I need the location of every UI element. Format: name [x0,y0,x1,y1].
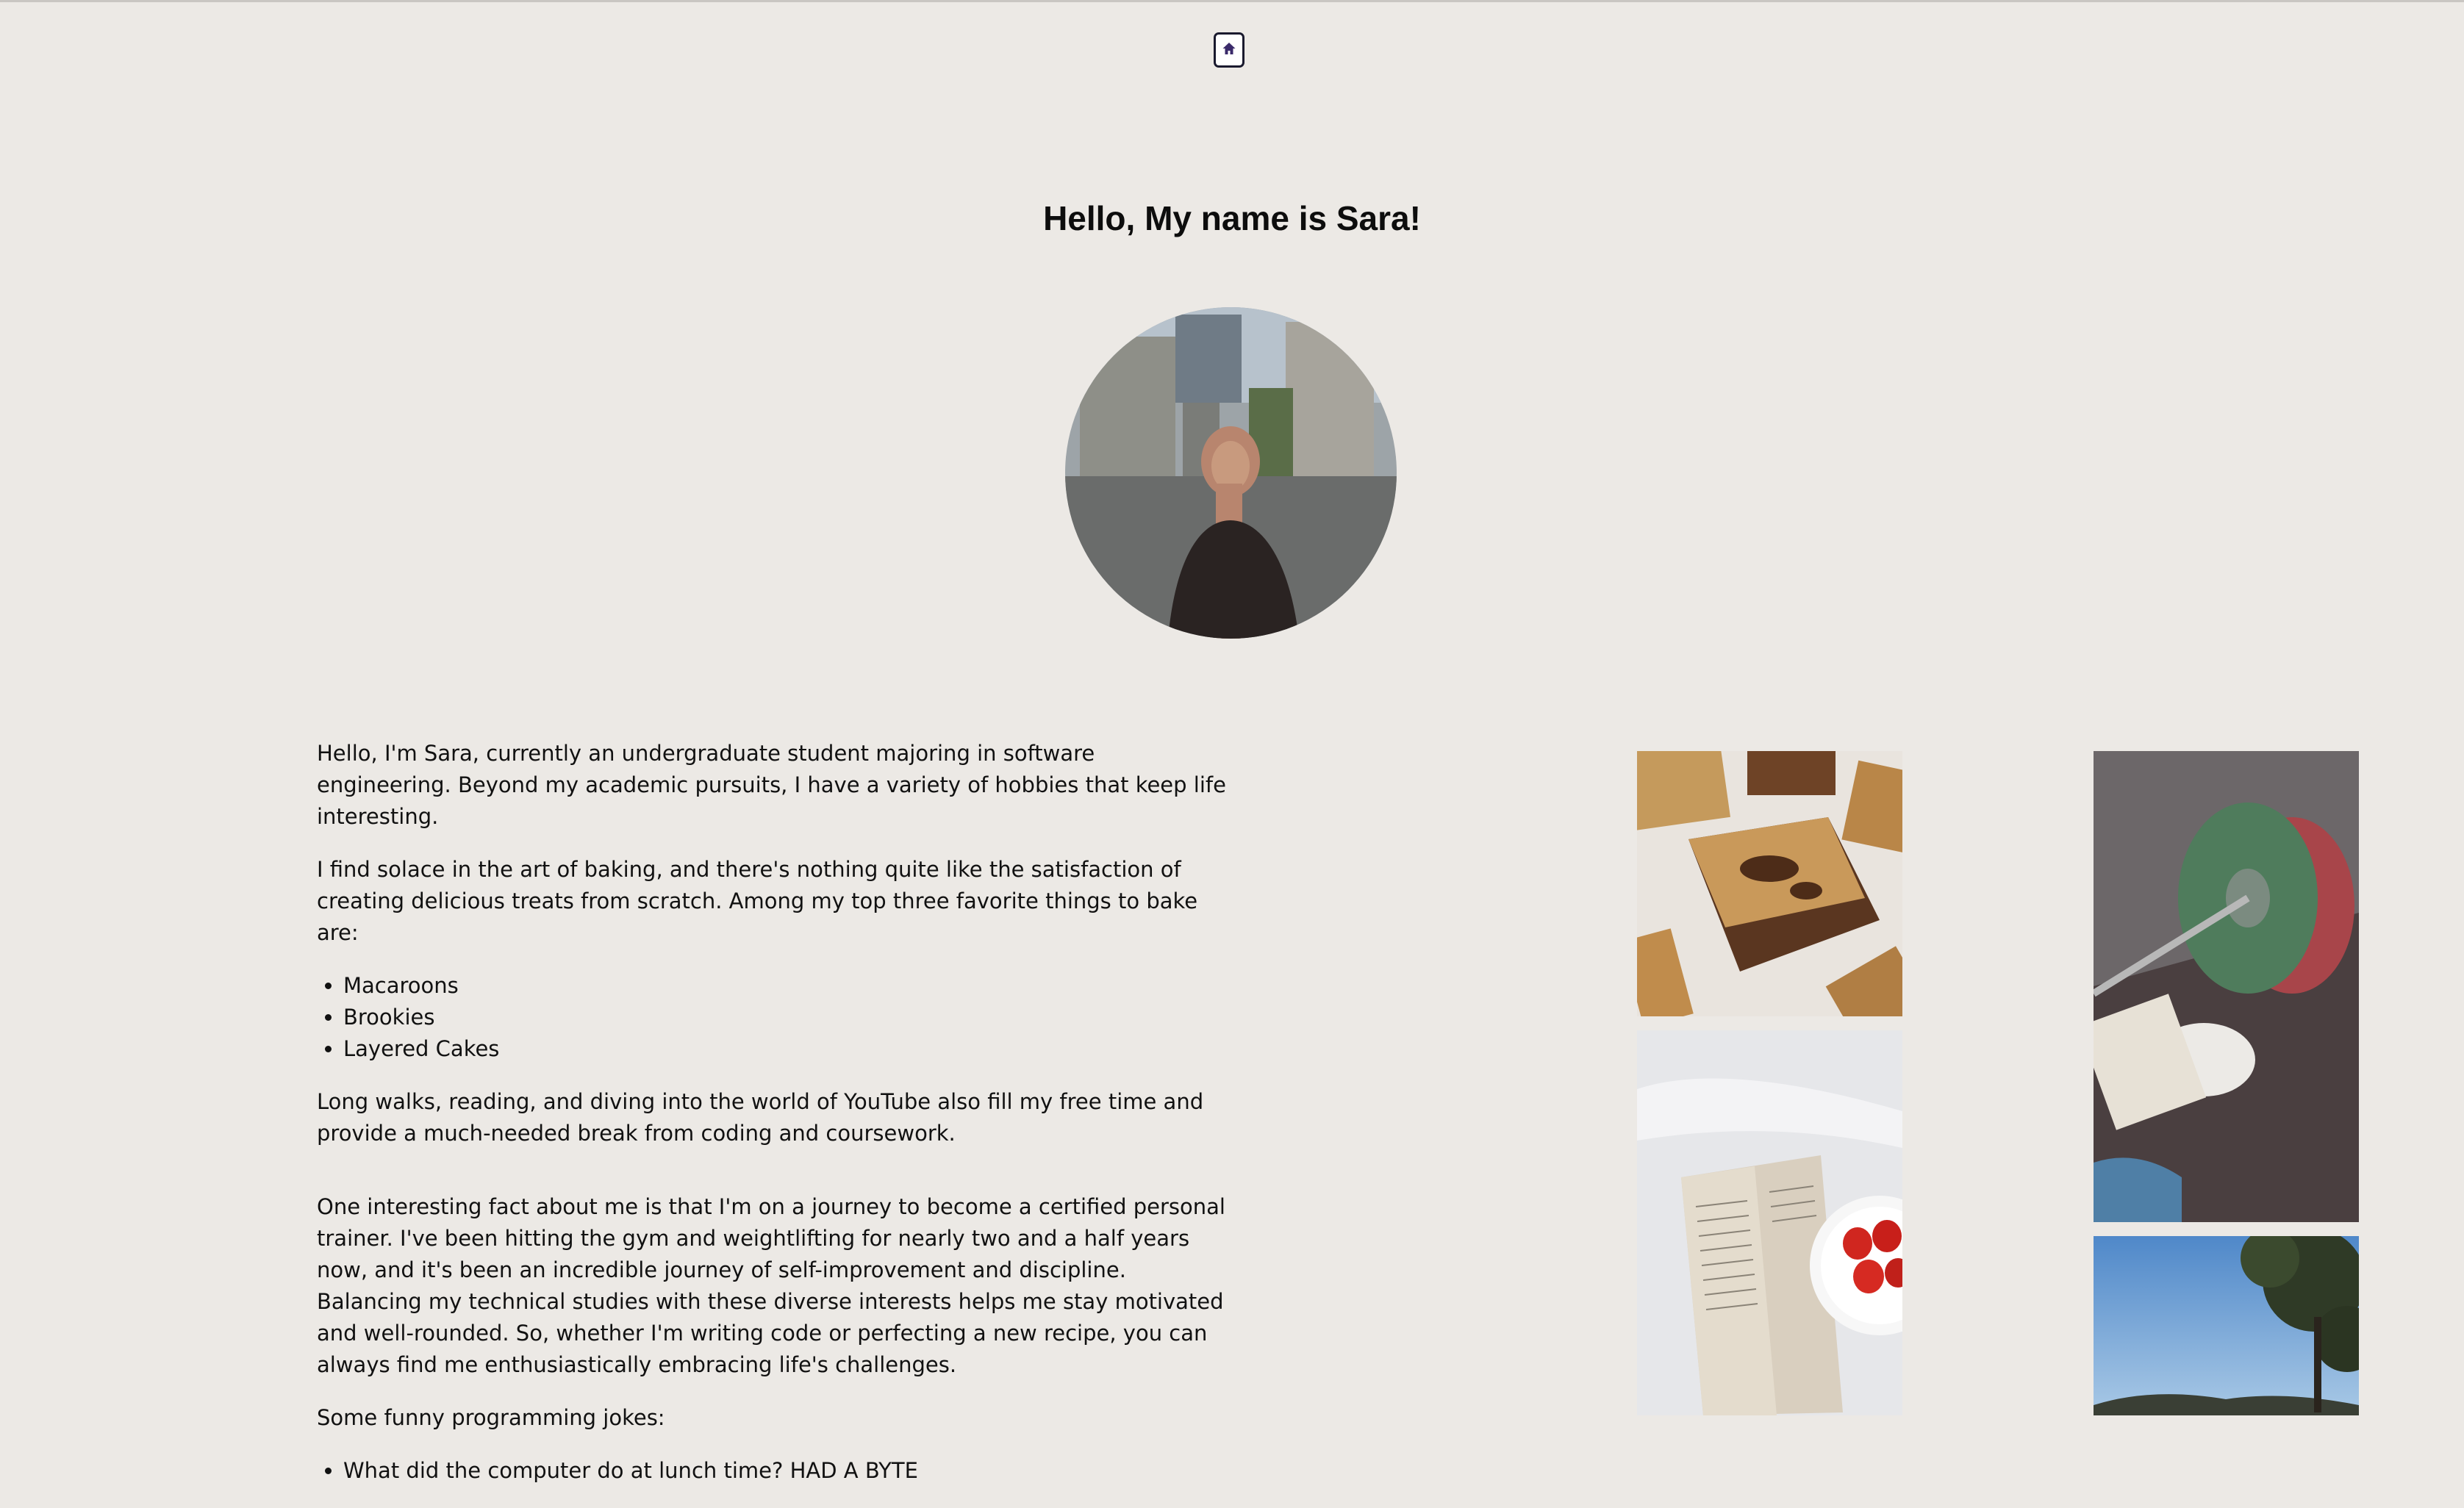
free-time-paragraph: Long walks, reading, and diving into the… [317,1089,1204,1146]
gym-photo [2094,751,2359,1222]
jokes-heading: Some funny programming jokes: [317,1405,665,1430]
profile-photo [1065,307,1397,639]
baking-paragraph: I find solace in the art of baking, and … [317,857,1198,945]
list-item: Macaroons [343,970,1236,1002]
list-item: Layered Cakes [343,1033,1236,1065]
intro-paragraph: Hello, I'm Sara, currently an undergradu… [317,741,1226,829]
about-section: Hello, I'm Sara, currently an undergradu… [317,738,1236,1508]
top-border [0,0,2464,2]
home-icon [1222,41,1236,59]
bake-list: Macaroons Brookies Layered Cakes [317,970,1236,1065]
list-item: Brookies [343,1002,1236,1033]
jokes-list: What did the computer do at lunch time? … [317,1455,1236,1487]
landscape-photo [2094,1236,2359,1415]
fact-paragraph: One interesting fact about me is that I'… [317,1194,1225,1377]
page-title: Hello, My name is Sara! [1043,199,1421,237]
brookies-photo [1637,751,1902,1016]
home-button[interactable] [1214,32,1244,68]
book-strawberries-photo [1637,1030,1902,1415]
list-item: What did the computer do at lunch time? … [343,1455,1236,1487]
